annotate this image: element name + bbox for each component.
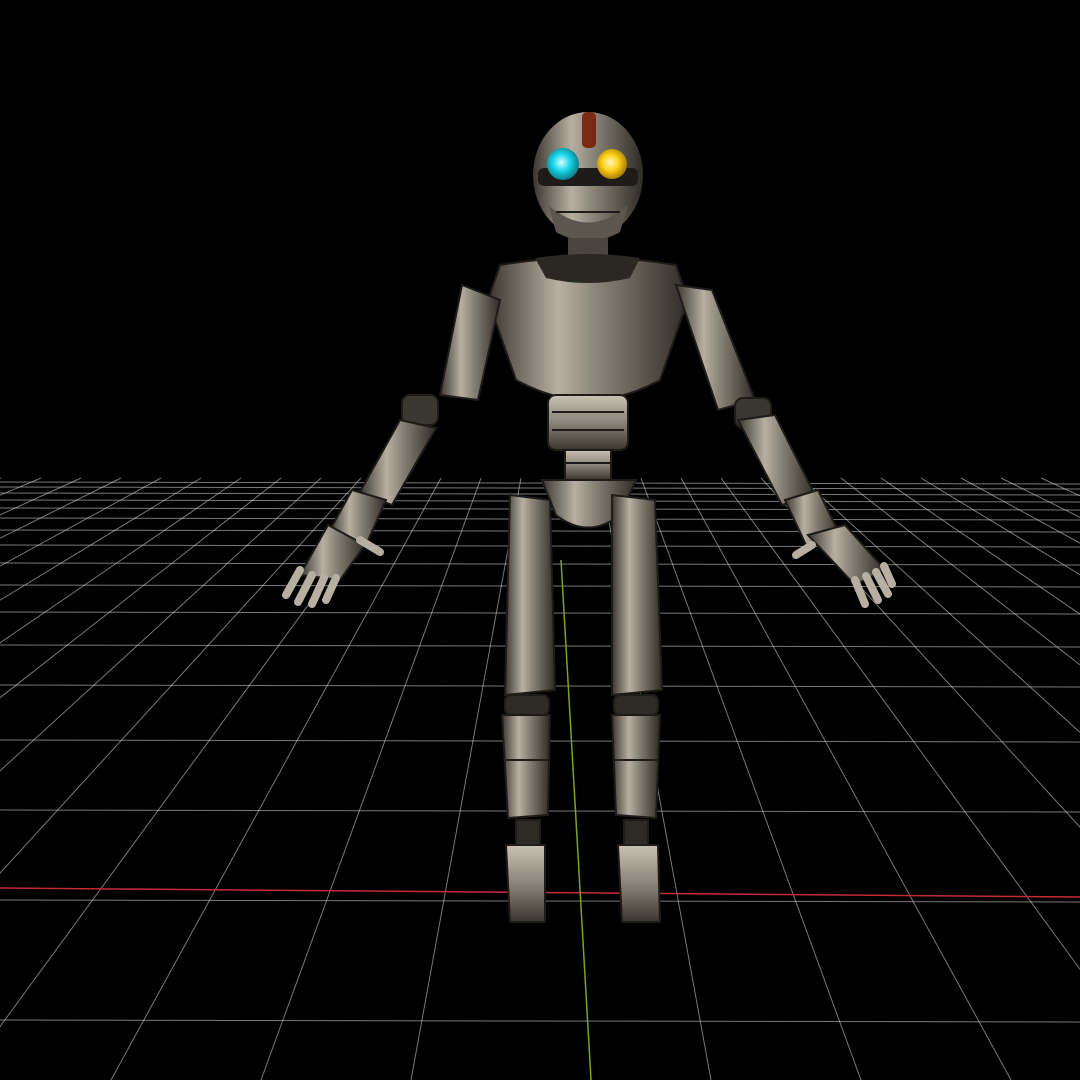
robot-right-leg [610,493,664,923]
left-eye-light [547,148,579,180]
right-eye-light [597,149,627,179]
3d-viewport[interactable] [0,0,1080,1080]
head-stripe [582,112,596,148]
